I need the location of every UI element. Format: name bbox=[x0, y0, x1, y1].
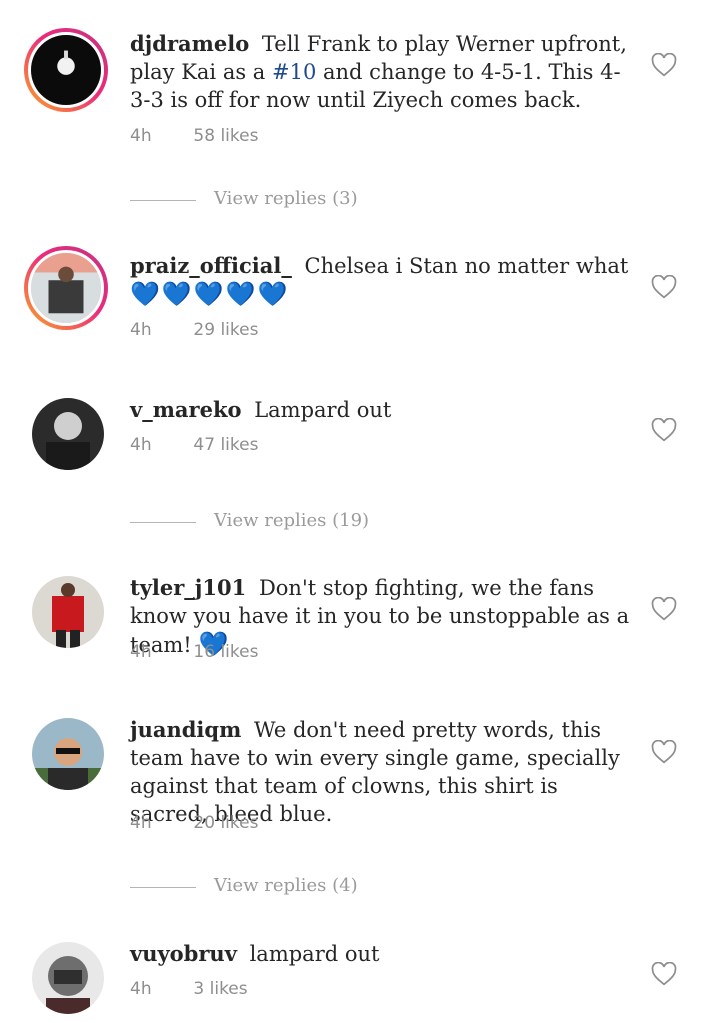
like-button[interactable] bbox=[651, 417, 677, 442]
replies-divider bbox=[130, 887, 196, 888]
replies-divider bbox=[130, 522, 196, 523]
heart-outline-icon bbox=[651, 52, 677, 77]
comment-meta: 4h 3 likes bbox=[130, 979, 248, 999]
likes-count[interactable]: 58 likes bbox=[193, 126, 258, 146]
comment-username[interactable]: juandiqm bbox=[130, 717, 241, 742]
view-replies-label[interactable]: View replies (4) bbox=[214, 875, 358, 896]
comment-meta: 4h 29 likes bbox=[130, 320, 258, 340]
likes-count[interactable]: 47 likes bbox=[193, 435, 258, 455]
heart-outline-icon bbox=[651, 274, 677, 299]
heart-outline-icon bbox=[651, 961, 677, 986]
view-replies-label[interactable]: View replies (19) bbox=[214, 510, 369, 531]
comment-text: v_mareko Lampard out bbox=[130, 396, 640, 424]
comment-body: Lampard out bbox=[254, 398, 392, 422]
view-replies-label[interactable]: View replies (3) bbox=[214, 188, 358, 209]
avatar[interactable] bbox=[32, 398, 104, 470]
comment-username[interactable]: djdramelo bbox=[130, 31, 249, 56]
comment-time: 4h bbox=[130, 126, 152, 146]
comment-text: vuyobruv lampard out bbox=[130, 940, 640, 968]
comment-time: 4h bbox=[130, 813, 152, 833]
avatar[interactable] bbox=[24, 28, 108, 112]
likes-count[interactable]: 3 likes bbox=[193, 979, 247, 999]
comment-text: juandiqm We don't need pretty words, thi… bbox=[130, 716, 640, 828]
likes-count[interactable]: 16 likes bbox=[193, 642, 258, 662]
heart-outline-icon bbox=[651, 417, 677, 442]
comment-meta: 4h 16 likes bbox=[130, 642, 258, 662]
avatar[interactable] bbox=[32, 942, 104, 1014]
comment-body: Chelsea i Stan no matter what bbox=[304, 254, 629, 278]
avatar[interactable] bbox=[24, 246, 108, 330]
comment-time: 4h bbox=[130, 435, 152, 455]
comment-username[interactable]: v_mareko bbox=[130, 397, 242, 422]
comment-text: praiz_official_ Chelsea i Stan no matter… bbox=[130, 252, 640, 309]
like-button[interactable] bbox=[651, 596, 677, 621]
like-button[interactable] bbox=[651, 52, 677, 77]
hashtag-link[interactable]: #10 bbox=[272, 60, 316, 84]
comment-meta: 4h 47 likes bbox=[130, 435, 258, 455]
blue-heart-emoji: 💙💙💙💙💙 bbox=[130, 280, 290, 308]
comment-username[interactable]: praiz_official_ bbox=[130, 253, 292, 278]
avatar[interactable] bbox=[32, 576, 104, 648]
heart-outline-icon bbox=[651, 596, 677, 621]
comment-body: lampard out bbox=[249, 942, 380, 966]
like-button[interactable] bbox=[651, 739, 677, 764]
likes-count[interactable]: 29 likes bbox=[193, 320, 258, 340]
comment-time: 4h bbox=[130, 979, 152, 999]
like-button[interactable] bbox=[651, 961, 677, 986]
comment-username[interactable]: vuyobruv bbox=[130, 941, 237, 966]
replies-divider bbox=[130, 200, 196, 201]
comment-time: 4h bbox=[130, 320, 152, 340]
comment-meta: 4h 20 likes bbox=[130, 813, 258, 833]
comment-username[interactable]: tyler_j101 bbox=[130, 575, 246, 600]
comment-text: djdramelo Tell Frank to play Werner upfr… bbox=[130, 30, 640, 114]
comment-meta: 4h 58 likes bbox=[130, 126, 258, 146]
heart-outline-icon bbox=[651, 739, 677, 764]
like-button[interactable] bbox=[651, 274, 677, 299]
comment-time: 4h bbox=[130, 642, 152, 662]
likes-count[interactable]: 20 likes bbox=[193, 813, 258, 833]
avatar[interactable] bbox=[32, 718, 104, 790]
